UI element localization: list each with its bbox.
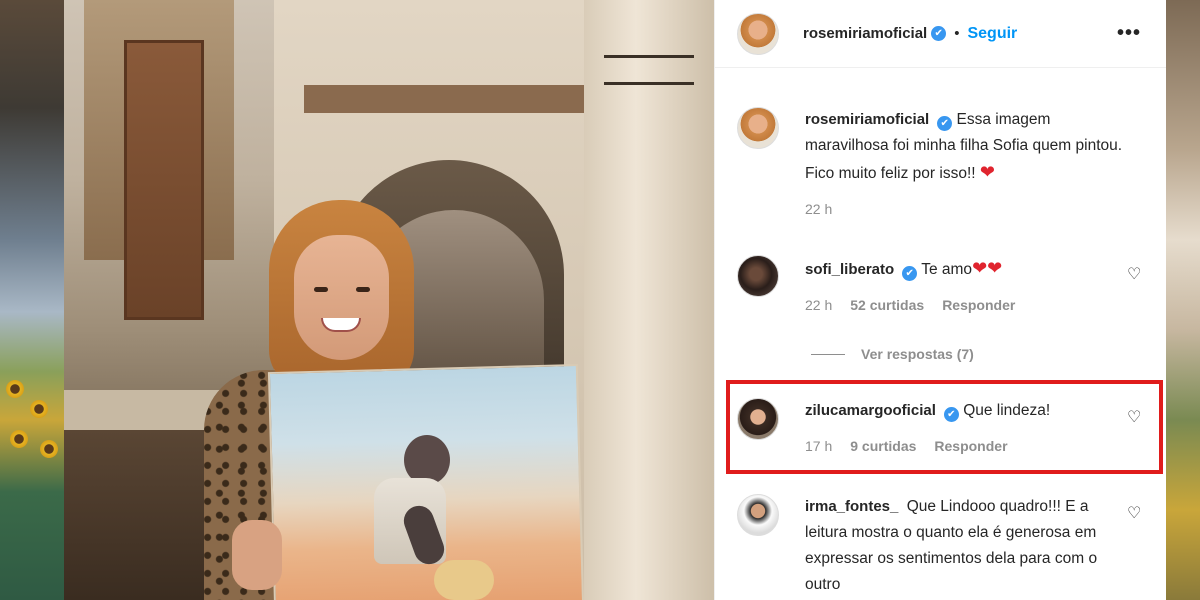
comment-meta: 17 h 9 curtidas Responder [805,438,1130,454]
comment-text: Que lindeza! [963,402,1051,419]
follow-button[interactable]: Seguir [967,25,1017,43]
comment-meta: 22 h [805,201,1130,217]
like-heart-icon[interactable]: ♡ [1127,506,1143,522]
comment-likes[interactable]: 9 curtidas [850,438,916,454]
comment-body: sofi_liberato ✔ Te amo❤❤ 22 h 52 curtidas… [805,255,1130,313]
verified-icon: ✔ [937,116,953,131]
comment-text: Te amo [921,261,973,278]
stone-column [584,0,714,600]
comment-body: rosemiriamoficial ✔ Essa imagem maravilho… [805,107,1130,217]
reply-button[interactable]: Responder [942,297,1015,313]
comment-text-block: rosemiriamoficial ✔ Essa imagem maravilho… [805,107,1130,187]
comment-username[interactable]: sofi_liberato [805,261,894,278]
eye [314,287,328,292]
like-heart-icon[interactable]: ♡ [1127,410,1143,426]
comment-username[interactable]: zilucamargooficial [805,402,936,419]
comment-username[interactable]: rosemiriamoficial [805,111,929,128]
avatar[interactable] [737,398,779,440]
sunflower-decoration [30,400,48,418]
screenshot: rosemiriamoficial ✔ • Seguir ••• rosemir… [0,0,1200,600]
avatar[interactable] [737,107,779,149]
heart-emoji: ❤ [979,162,995,182]
reply-button[interactable]: Responder [934,438,1007,454]
comment-time[interactable]: 22 h [805,297,832,313]
author-avatar[interactable] [737,12,779,55]
avatar[interactable] [737,494,779,536]
blurred-background-right [1166,0,1200,600]
heart-emoji: ❤❤ [972,258,1003,278]
view-replies-button[interactable]: Ver respostas (7) [811,346,974,362]
post-header: rosemiriamoficial ✔ • Seguir ••• [715,0,1166,68]
comment-meta: 22 h 52 curtidas Responder [805,297,1130,313]
author-username[interactable]: rosemiriamoficial [803,25,927,42]
column-ornament [604,55,694,85]
blurred-background-left [0,0,64,600]
sunflower-decoration [6,380,24,398]
woman-face [294,235,389,360]
cabinet-door [124,40,204,320]
comment-text-block: sofi_liberato ✔ Te amo❤❤ [805,255,1130,283]
more-options-icon[interactable]: ••• [1117,22,1141,45]
verified-icon: ✔ [902,266,918,281]
avatar[interactable] [737,255,779,297]
comment-body: irma_fontes_ Que Lindooo quadro!!! E a l… [805,494,1130,598]
eye [356,287,370,292]
comment-time[interactable]: 17 h [805,438,832,454]
comment-time[interactable]: 22 h [805,201,832,217]
painted-child-leg [434,560,494,600]
verified-icon: ✔ [943,407,959,422]
comments-panel: rosemiriamoficial ✔ • Seguir ••• rosemir… [714,0,1166,600]
comment-username[interactable]: irma_fontes_ [805,498,898,515]
comment-text-block: zilucamargooficial ✔ Que lindeza! [805,398,1130,424]
ceiling-beam [304,85,604,113]
sunflower-decoration [40,440,58,458]
separator-dot: • [954,25,960,42]
sunflower-decoration [10,430,28,448]
comment-body: zilucamargooficial ✔ Que lindeza! 17 h 9 … [805,398,1130,454]
like-heart-icon[interactable]: ♡ [1127,267,1143,283]
post-photo[interactable] [64,0,714,600]
view-replies-label: Ver respostas (7) [861,346,974,362]
comment-text-block: irma_fontes_ Que Lindooo quadro!!! E a l… [805,494,1130,598]
verified-icon: ✔ [931,26,947,41]
comment-likes[interactable]: 52 curtidas [850,297,924,313]
woman-hand [232,520,282,590]
replies-line [811,353,845,355]
